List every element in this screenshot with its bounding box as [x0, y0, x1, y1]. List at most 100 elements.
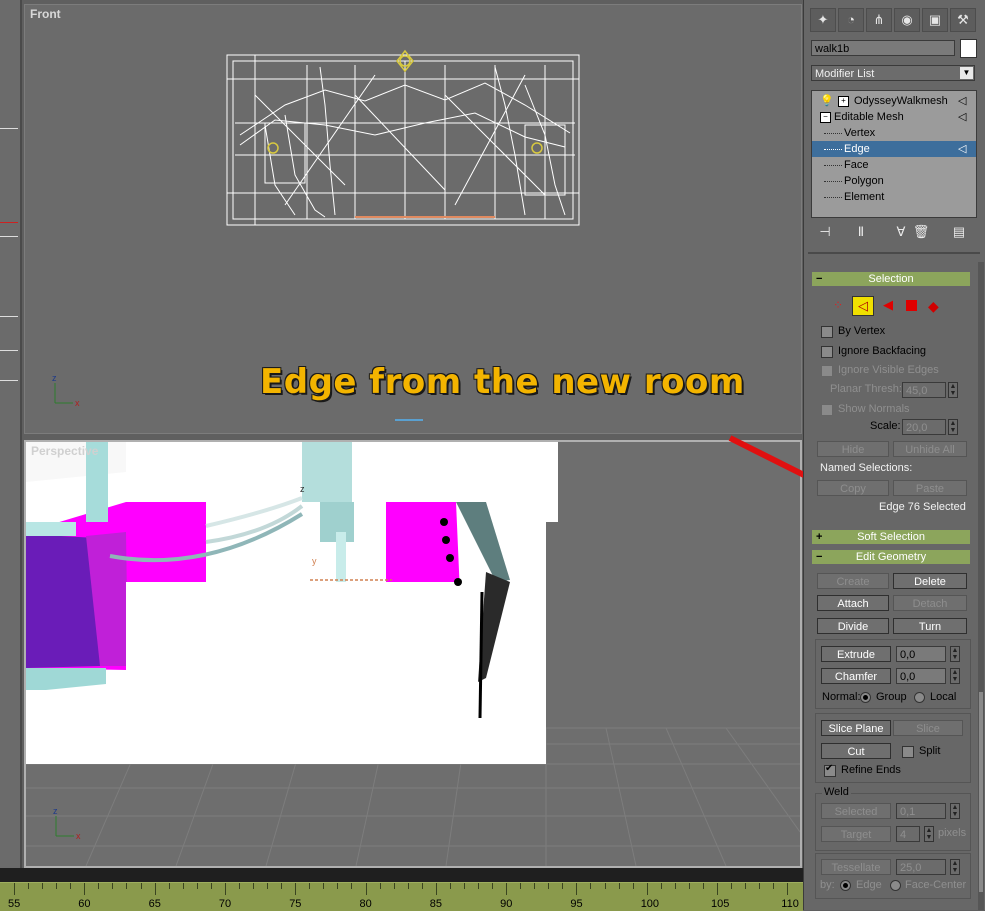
tessellate-edge-radio[interactable]	[840, 880, 851, 891]
svg-text:z: z	[52, 373, 57, 383]
rollout-title: Soft Selection	[857, 531, 925, 543]
ruler-tick	[548, 883, 550, 889]
motion-tab-icon[interactable]: ◉	[894, 8, 920, 32]
chamfer-amount-field[interactable]: 0,0	[896, 668, 946, 684]
chamfer-button[interactable]: Chamfer	[821, 668, 891, 684]
cut-button[interactable]: Cut	[821, 743, 891, 759]
selection-rollout-header[interactable]: − Selection	[812, 272, 970, 286]
collapse-icon[interactable]: −	[820, 112, 831, 123]
unhide-all-button[interactable]: Unhide All	[893, 441, 967, 457]
create-tab-icon[interactable]: ✦	[810, 8, 836, 32]
copy-button[interactable]: Copy	[817, 480, 889, 496]
polygon-mode-icon[interactable]	[906, 300, 917, 311]
left-viewport-line	[0, 380, 18, 381]
face-mode-icon[interactable]: ◀	[880, 296, 896, 314]
extrude-amount-field[interactable]: 0,0	[896, 646, 946, 662]
modify-tab-icon[interactable]: ◔	[838, 8, 864, 32]
vertex-mode-icon[interactable]: ⁘	[830, 298, 846, 314]
modifier-stack[interactable]: 💡 + OdysseyWalkmesh ◁ − Editable Mesh ◁ …	[811, 90, 977, 218]
show-normals-checkbox[interactable]	[821, 404, 833, 416]
by-vertex-label: By Vertex	[838, 325, 886, 337]
weld-threshold-field[interactable]: 0,1	[896, 803, 946, 819]
ignore-backfacing-checkbox[interactable]	[821, 346, 833, 358]
stack-item-element[interactable]: Element	[812, 189, 976, 205]
utilities-tab-icon[interactable]: ⚒	[950, 8, 976, 32]
weld-target-spinner[interactable]: ▲ ▼	[924, 826, 934, 842]
ruler-track[interactable]	[0, 882, 803, 911]
ruler-tick	[477, 883, 479, 889]
modifier-list-dropdown[interactable]: Modifier List ▼	[811, 65, 975, 81]
object-color-swatch[interactable]	[960, 39, 977, 58]
hide-button[interactable]: Hide	[817, 441, 889, 457]
stack-item-polygon[interactable]: Polygon	[812, 173, 976, 189]
normal-local-radio[interactable]	[914, 692, 925, 703]
normal-group-radio[interactable]	[860, 692, 871, 703]
remove-modifier-icon[interactable]: 🗑	[912, 222, 930, 242]
ruler-tick	[590, 883, 592, 889]
object-name-field[interactable]: walk1b	[811, 40, 955, 56]
edge-subobject-icon: ◁	[958, 143, 967, 155]
edge-subobject-icon: ◁	[958, 95, 967, 107]
by-vertex-checkbox[interactable]	[821, 326, 833, 338]
weld-target-button[interactable]: Target	[821, 826, 891, 842]
scale-spinner[interactable]: ▲ ▼	[948, 419, 958, 435]
chevron-down-icon[interactable]: ▼	[960, 67, 973, 79]
ignore-visible-edges-checkbox[interactable]	[821, 365, 833, 377]
edge-mode-icon[interactable]: ◁	[852, 296, 874, 316]
time-ruler[interactable]: 55 60 65 70 75 80 85 90 95 100 105 110	[0, 868, 803, 911]
planar-thresh-field[interactable]: 45,0	[902, 382, 946, 398]
soft-selection-rollout-header[interactable]: + Soft Selection	[812, 530, 970, 544]
tessellate-spinner[interactable]: ▲ ▼	[950, 859, 960, 875]
scale-field[interactable]: 20,0	[902, 419, 946, 435]
weld-threshold-spinner[interactable]: ▲ ▼	[950, 803, 960, 819]
slice-button[interactable]: Slice	[893, 720, 963, 736]
expand-icon[interactable]: +	[838, 96, 849, 107]
tessellate-button[interactable]: Tessellate	[821, 859, 891, 875]
left-viewport-strip[interactable]	[0, 0, 22, 868]
left-viewport-line	[0, 316, 18, 317]
tree-line	[824, 149, 842, 150]
delete-button[interactable]: Delete	[893, 573, 967, 589]
paste-button[interactable]: Paste	[893, 480, 967, 496]
tessellate-tension-field[interactable]: 25,0	[896, 859, 946, 875]
show-end-result-icon[interactable]: Ⅱ	[852, 222, 870, 242]
ruler-tick	[731, 883, 733, 889]
panel-scrollbar[interactable]	[978, 262, 984, 910]
perspective-viewport-label[interactable]: Perspective	[31, 444, 98, 458]
chamfer-spinner[interactable]: ▲ ▼	[950, 668, 960, 684]
ruler-tick	[42, 883, 44, 889]
make-unique-icon[interactable]: ∀	[892, 222, 910, 242]
display-tab-icon[interactable]: ▣	[922, 8, 948, 32]
split-checkbox[interactable]	[902, 746, 914, 758]
panel-scrollbar-thumb[interactable]	[979, 692, 983, 892]
configure-modifier-sets-icon[interactable]: ▤	[950, 222, 968, 242]
extrude-button[interactable]: Extrude	[821, 646, 891, 662]
stack-item-face[interactable]: Face	[812, 157, 976, 173]
stack-item-odyssey[interactable]: 💡 + OdysseyWalkmesh ◁	[812, 93, 976, 109]
divide-button[interactable]: Divide	[817, 618, 889, 634]
create-button[interactable]: Create	[817, 573, 889, 589]
weld-selected-button[interactable]: Selected	[821, 803, 891, 819]
element-mode-icon[interactable]: ◆	[928, 298, 944, 314]
weld-target-pixels-field[interactable]: 4	[896, 826, 920, 842]
lightbulb-icon[interactable]: 💡	[820, 93, 834, 109]
ruler-tick	[646, 883, 648, 895]
stack-item-vertex[interactable]: Vertex	[812, 125, 976, 141]
perspective-viewport[interactable]: y z z x Perspective	[24, 440, 802, 868]
planar-thresh-spinner[interactable]: ▲ ▼	[948, 382, 958, 398]
slice-plane-button[interactable]: Slice Plane	[821, 720, 891, 736]
tessellate-face-center-radio[interactable]	[890, 880, 901, 891]
detach-button[interactable]: Detach	[893, 595, 967, 611]
attach-button[interactable]: Attach	[817, 595, 889, 611]
tree-line	[824, 133, 842, 134]
stack-item-edge[interactable]: Edge ◁	[812, 141, 976, 157]
ruler-tick-label: 55	[8, 898, 21, 910]
extrude-spinner[interactable]: ▲ ▼	[950, 646, 960, 662]
pin-stack-icon[interactable]: ⊣	[816, 222, 834, 242]
refine-ends-checkbox[interactable]	[824, 763, 836, 777]
turn-button[interactable]: Turn	[893, 618, 967, 634]
stack-item-editable-mesh[interactable]: − Editable Mesh ◁	[812, 109, 976, 125]
edit-geometry-rollout-header[interactable]: − Edit Geometry	[812, 550, 970, 564]
hierarchy-tab-icon[interactable]: ⋔	[866, 8, 892, 32]
perspective-scene: y z z x	[26, 442, 800, 866]
